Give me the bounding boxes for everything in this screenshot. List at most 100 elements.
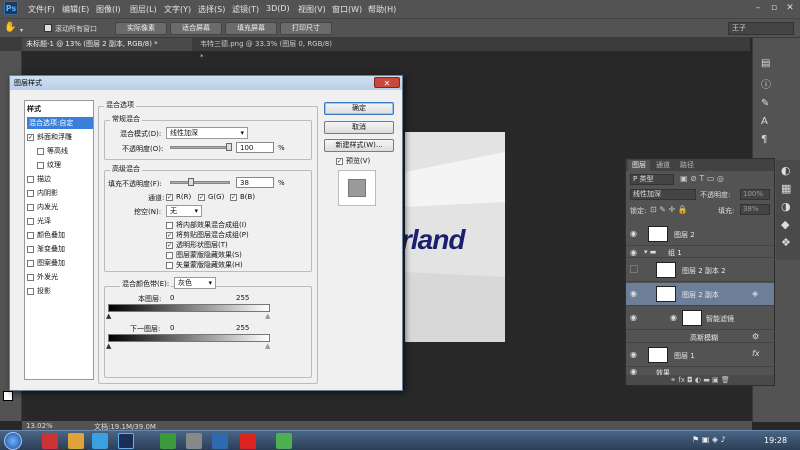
canvas[interactable]: rland (405, 132, 505, 342)
menu-image[interactable]: 图像(I) (96, 4, 121, 15)
channel-b[interactable]: ✓ B(B) (230, 193, 255, 201)
opacity-input[interactable]: 100 (236, 142, 274, 153)
layers-icon[interactable]: ❖ (781, 236, 791, 249)
filter-icons[interactable]: ▣ ⊘ T ▭ ◎ (680, 174, 724, 183)
adv-option-clipped[interactable]: ✓ 将剪贴图层混合成组(P) (166, 230, 249, 240)
preview-checkbox[interactable]: ✓ 预览(V) (336, 156, 370, 166)
cancel-button[interactable]: 取消 (324, 121, 394, 134)
this-layer-white-slider[interactable]: ▲ (265, 312, 270, 320)
style-item-inner-shadow[interactable]: 内阴影 (27, 187, 93, 199)
kind-filter-select[interactable]: P 类型 (630, 174, 674, 185)
tab-paths[interactable]: 路径 (676, 160, 698, 171)
channel-r[interactable]: ✓ R(R) (166, 193, 191, 201)
channel-g[interactable]: ✓ G(G) (198, 193, 224, 201)
eye-icon[interactable]: ◉ (670, 313, 677, 322)
fill-screen-button[interactable]: 填充屏幕 (225, 22, 277, 35)
checkbox-icon[interactable]: ✓ (336, 157, 343, 165)
dialog-close-button[interactable]: ✕ (374, 77, 400, 88)
eye-icon[interactable]: ◉ (630, 248, 637, 257)
start-button[interactable] (4, 432, 22, 450)
underlying-white-slider[interactable]: ▲ (265, 342, 270, 350)
checkbox-icon[interactable] (166, 251, 173, 259)
layer-row[interactable]: 图层 2 副本 2 (626, 259, 774, 282)
actual-pixels-button[interactable]: 实际像素 (115, 22, 167, 35)
knockout-select[interactable]: 无 ▾ (166, 205, 202, 217)
adjustments-icon[interactable]: ◑ (781, 200, 791, 213)
menu-file[interactable]: 文件(F) (28, 4, 55, 15)
eye-icon[interactable]: ◉ (630, 350, 637, 359)
adv-option-transparency[interactable]: ✓ 透明形状图层(T) (166, 240, 228, 250)
taskbar-app-icon[interactable] (212, 433, 228, 449)
adv-option-layer-mask[interactable]: 图层蒙版隐藏效果(S) (166, 250, 242, 260)
eye-icon[interactable]: ◉ (630, 229, 637, 238)
swatches-icon[interactable]: ▦ (781, 182, 791, 195)
adv-option-internal[interactable]: 将内部效果混合成组(I) (166, 220, 247, 230)
style-item-pattern-overlay[interactable]: 图案叠加 (27, 257, 93, 269)
menu-type[interactable]: 文字(Y) (164, 4, 191, 15)
checkbox-icon[interactable] (27, 203, 34, 211)
this-layer-black-slider[interactable]: ▲ (106, 312, 111, 320)
scroll-all-checkbox[interactable] (44, 24, 52, 32)
style-item-bevel-emboss[interactable]: ✓ 斜面和浮雕 (27, 131, 93, 143)
eye-icon[interactable]: ◉ (630, 313, 637, 322)
fill-opacity-slider-thumb[interactable] (188, 178, 194, 186)
taskbar-app-icon[interactable] (42, 433, 58, 449)
checkbox-icon[interactable] (37, 161, 44, 169)
taskbar-app-icon[interactable] (240, 433, 256, 449)
system-tray-icons[interactable]: ⚑ ▣ ◈ ♪ (692, 435, 752, 447)
fill-opacity-input[interactable]: 38 (236, 177, 274, 188)
eye-icon[interactable]: ◉ (630, 289, 637, 298)
checkbox-icon[interactable]: ✓ (166, 193, 173, 201)
ok-button[interactable]: 确定 (324, 102, 394, 115)
tab-channels[interactable]: 通道 (652, 160, 674, 171)
checkbox-icon[interactable] (166, 261, 173, 269)
checkbox-icon[interactable]: ✓ (166, 241, 173, 249)
layer-row[interactable]: ◉ 图层 2 (626, 223, 774, 246)
hand-tool-icon[interactable]: ✋ (4, 22, 16, 34)
checkbox-icon[interactable] (27, 175, 34, 183)
style-item-contour[interactable]: 等高线 (37, 145, 103, 157)
style-item-outer-glow[interactable]: 外发光 (27, 271, 93, 283)
style-item-drop-shadow[interactable]: 投影 (27, 285, 93, 297)
layer-row-selected[interactable]: ◉ 图层 2 副本 ◈ (626, 283, 774, 306)
fill-opacity-slider[interactable] (170, 181, 230, 184)
new-style-button[interactable]: 新建样式(W)... (324, 139, 394, 152)
style-item-texture[interactable]: 纹理 (37, 159, 103, 171)
style-item-blending-options[interactable]: 混合选项:自定 (27, 117, 93, 129)
menu-layer[interactable]: 图层(L) (130, 4, 157, 15)
menu-view[interactable]: 视图(V) (298, 4, 326, 15)
filter-options-icon[interactable]: ⚙ (752, 332, 759, 341)
close-icon[interactable]: ✕ (784, 3, 796, 14)
taskbar-photoshop-icon[interactable] (118, 433, 134, 449)
brush-icon[interactable]: ✎ (761, 98, 775, 112)
checkbox-icon[interactable] (37, 147, 44, 155)
checkbox-icon[interactable] (27, 217, 34, 225)
underlying-black-slider[interactable]: ▲ (106, 342, 111, 350)
character-icon[interactable]: A (761, 116, 775, 130)
style-item-stroke[interactable]: 描边 (27, 173, 93, 185)
menu-3d[interactable]: 3D(D) (266, 4, 290, 13)
layers-footer-icons[interactable]: ⚭ fx ◘ ◐ ▬ ▣ 🗑 (626, 375, 774, 385)
chevron-down-icon[interactable]: ▾ (20, 27, 26, 34)
adv-option-vector-mask[interactable]: 矢量蒙版隐藏效果(H) (166, 260, 243, 270)
opacity-slider[interactable] (170, 146, 230, 149)
checkbox-icon[interactable] (27, 245, 34, 253)
tab-layers[interactable]: 图层 (628, 160, 650, 171)
style-item-color-overlay[interactable]: 颜色叠加 (27, 229, 93, 241)
checkbox-icon[interactable]: ✓ (198, 193, 205, 201)
style-item-satin[interactable]: 光泽 (27, 215, 93, 227)
lock-icons[interactable]: ⊡ ✎ ✛ 🔒 (650, 205, 688, 214)
taskbar-app-icon[interactable] (276, 433, 292, 449)
checkbox-icon[interactable] (27, 259, 34, 267)
opacity-slider-thumb[interactable] (226, 143, 232, 151)
checkbox-icon[interactable] (27, 231, 34, 239)
styles-header[interactable]: 样式 (27, 103, 93, 115)
tab-document-2[interactable]: 韦特三德.png @ 33.3% (图层 0, RGB/8) * (196, 38, 336, 61)
properties-icon[interactable]: ⓘ (761, 76, 775, 91)
blend-mode-select[interactable]: 线性加深 ▾ (166, 127, 248, 139)
checkbox-icon[interactable] (27, 273, 34, 281)
taskbar-app-icon[interactable] (68, 433, 84, 449)
taskbar-app-icon[interactable] (92, 433, 108, 449)
menu-select[interactable]: 选择(S) (198, 4, 225, 15)
menu-help[interactable]: 帮助(H) (368, 4, 396, 15)
